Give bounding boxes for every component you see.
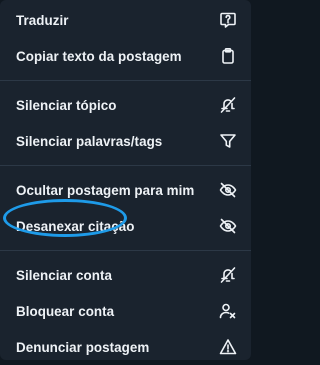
- menu-item-label: Silenciar tópico: [16, 97, 117, 113]
- menu-divider: [0, 250, 251, 251]
- menu-item-label: Silenciar conta: [16, 267, 113, 283]
- menu-item-mute-words-tags[interactable]: Silenciar palavras/tags: [0, 123, 251, 159]
- menu-item-mute-thread[interactable]: Silenciar tópico: [0, 87, 251, 123]
- menu-divider: [0, 80, 251, 81]
- menu-item-label: Bloquear conta: [16, 303, 115, 319]
- mute-bell-icon: [219, 266, 237, 284]
- menu-item-label: Copiar texto da postagem: [16, 48, 182, 64]
- menu-divider: [0, 165, 251, 166]
- menu-item-label: Ocultar postagem para mim: [16, 182, 195, 198]
- filter-icon: [219, 132, 237, 150]
- menu-item-block-account[interactable]: Bloquear conta: [0, 293, 251, 329]
- eye-slash-icon: [219, 181, 237, 199]
- post-options-menu: Traduzir Copiar texto da postagem Silenc…: [0, 0, 251, 360]
- menu-item-label: Silenciar palavras/tags: [16, 133, 163, 149]
- menu-item-mute-account[interactable]: Silenciar conta: [0, 257, 251, 293]
- translate-icon: [219, 11, 237, 29]
- mute-bell-icon: [219, 96, 237, 114]
- block-person-icon: [219, 302, 237, 320]
- menu-item-label: Desanexar citação: [16, 218, 135, 234]
- eye-slash-icon: [219, 217, 237, 235]
- menu-item-detach-quote[interactable]: Desanexar citação: [0, 208, 251, 244]
- menu-item-label: Traduzir: [16, 12, 69, 28]
- warning-icon: [219, 338, 237, 356]
- menu-item-translate[interactable]: Traduzir: [0, 2, 251, 38]
- clipboard-icon: [219, 47, 237, 65]
- menu-item-label: Denunciar postagem: [16, 339, 150, 355]
- menu-item-hide-post[interactable]: Ocultar postagem para mim: [0, 172, 251, 208]
- menu-item-copy-post-text[interactable]: Copiar texto da postagem: [0, 38, 251, 74]
